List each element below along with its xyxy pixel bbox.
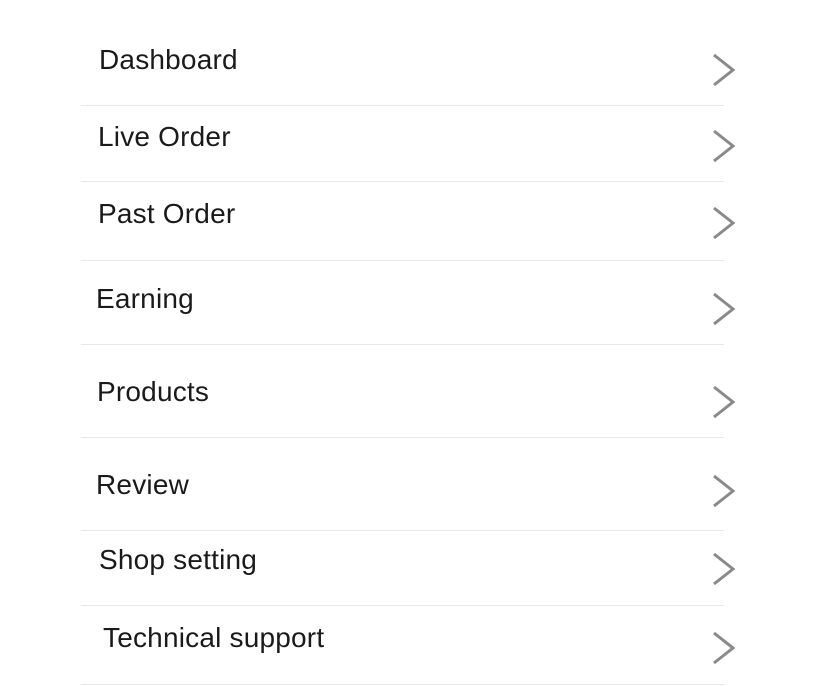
menu-item-label: Earning [96,283,194,314]
menu-item-shop-setting[interactable]: Shop setting [81,531,736,606]
chevron-right-icon [709,128,739,164]
menu-item-label: Shop setting [99,544,258,575]
menu-item-label: Products [97,376,210,407]
menu-item-label: Past Order [98,198,236,229]
menu-item-earning[interactable]: Earning [81,261,736,345]
navigation-menu: Dashboard Live Order Past Order Earning … [81,0,736,685]
chevron-right-icon [709,205,739,241]
menu-item-label: Review [96,469,190,500]
menu-item-label: Technical support [103,622,325,653]
chevron-right-icon [709,630,739,666]
chevron-right-icon [709,291,739,327]
chevron-right-icon [709,551,739,587]
menu-item-review[interactable]: Review [81,438,736,531]
chevron-right-icon [709,384,739,420]
menu-item-live-order[interactable]: Live Order [81,106,736,182]
menu-item-past-order[interactable]: Past Order [81,182,736,261]
chevron-right-icon [709,52,739,88]
menu-item-dashboard[interactable]: Dashboard [81,0,736,106]
menu-item-products[interactable]: Products [81,345,736,438]
menu-item-label: Live Order [98,121,231,152]
menu-item-label: Dashboard [99,44,238,75]
chevron-right-icon [709,473,739,509]
menu-item-technical-support[interactable]: Technical support [81,606,736,685]
